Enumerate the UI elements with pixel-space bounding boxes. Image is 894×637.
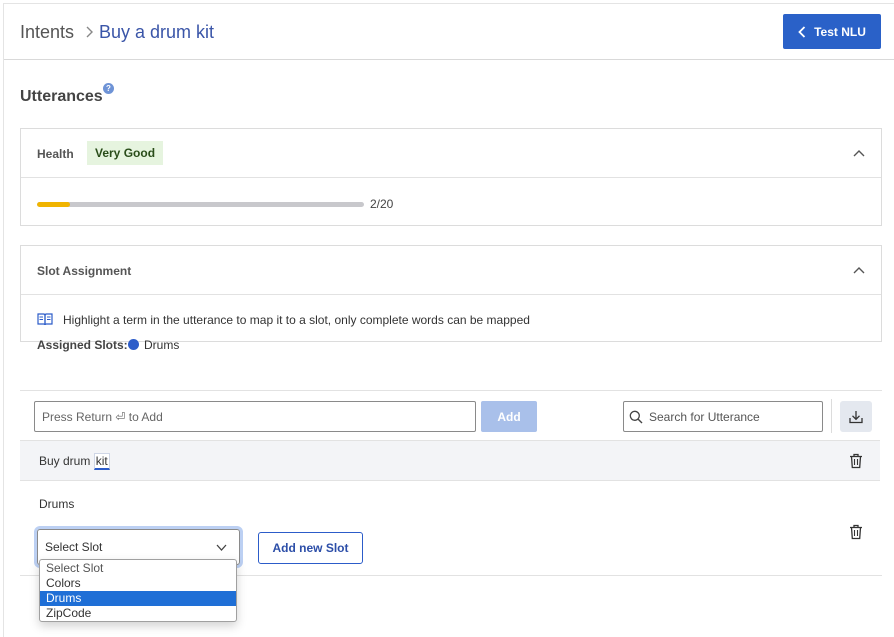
book-open-icon [37, 313, 53, 326]
chevron-right-icon [86, 26, 93, 38]
health-progress-bar [37, 202, 364, 207]
trash-icon[interactable] [849, 453, 863, 469]
test-nlu-button[interactable]: Test NLU [783, 14, 881, 49]
trash-icon[interactable] [849, 524, 863, 540]
add-utterance-button[interactable]: Add [481, 401, 537, 432]
import-utterances-button[interactable] [840, 401, 872, 432]
health-status-badge: Very Good [87, 141, 164, 165]
slot-assignment-panel: Slot Assignment Highlight a term in the … [20, 245, 882, 352]
assigned-slots-label: Assigned Slots: [37, 338, 128, 352]
health-progress-fill [37, 202, 70, 207]
chevron-up-icon[interactable] [853, 266, 865, 274]
assigned-slot-name: Drums [144, 338, 180, 352]
slot-assignment-header[interactable]: Slot Assignment [21, 246, 881, 295]
chevron-up-icon[interactable] [853, 149, 865, 157]
slot-options-list: Select Slot Colors Drums ZipCode [39, 559, 237, 622]
highlighted-term[interactable]: kit [93, 453, 110, 470]
health-progress-text: 2/20 [370, 197, 394, 211]
test-nlu-label: Test NLU [814, 24, 866, 39]
slot-assignment-label: Slot Assignment [37, 264, 132, 278]
page-header: Intents Buy a drum kit Test NLU [4, 4, 894, 60]
search-placeholder: Search for Utterance [649, 409, 760, 424]
breadcrumb-current: Buy a drum kit [99, 22, 215, 42]
health-label: Health [37, 147, 74, 161]
slot-row-label: Drums [39, 497, 75, 511]
breadcrumb-intents-link[interactable]: Intents [20, 22, 74, 43]
chevron-down-icon [216, 544, 227, 551]
health-panel-header[interactable]: Health Very Good [21, 129, 881, 178]
select-slot-value: Select Slot [45, 540, 103, 554]
intent-page: Intents Buy a drum kit Test NLU Utteranc… [3, 3, 894, 637]
utterance-list-area: Press Return ⏎ to Add Add Search for Utt… [20, 390, 882, 576]
slot-option-zipcode[interactable]: ZipCode [40, 606, 236, 621]
slot-option-select-slot[interactable]: Select Slot [40, 561, 236, 576]
add-new-slot-button[interactable]: Add new Slot [258, 532, 363, 564]
utterance-input[interactable]: Press Return ⏎ to Add [34, 401, 476, 432]
utterance-text-plain: Buy drum [39, 454, 94, 468]
download-icon [849, 410, 863, 423]
chevron-left-icon [798, 25, 806, 38]
slot-option-colors[interactable]: Colors [40, 576, 236, 591]
search-icon [629, 410, 643, 423]
slot-option-drums[interactable]: Drums [40, 591, 236, 606]
slot-hint-text: Highlight a term in the utterance to map… [63, 313, 530, 327]
utterances-title: Utterances [20, 88, 103, 105]
slot-color-dot [128, 339, 139, 350]
utterance-text[interactable]: Buy drum kit [39, 453, 110, 470]
toolbar-divider [831, 399, 832, 433]
search-utterance-input[interactable]: Search for Utterance [623, 401, 823, 432]
utterance-row[interactable]: Buy drum kit [20, 440, 880, 481]
health-panel: Health Very Good 2/20 [20, 128, 882, 226]
question-circle-icon[interactable]: ? [103, 83, 114, 94]
